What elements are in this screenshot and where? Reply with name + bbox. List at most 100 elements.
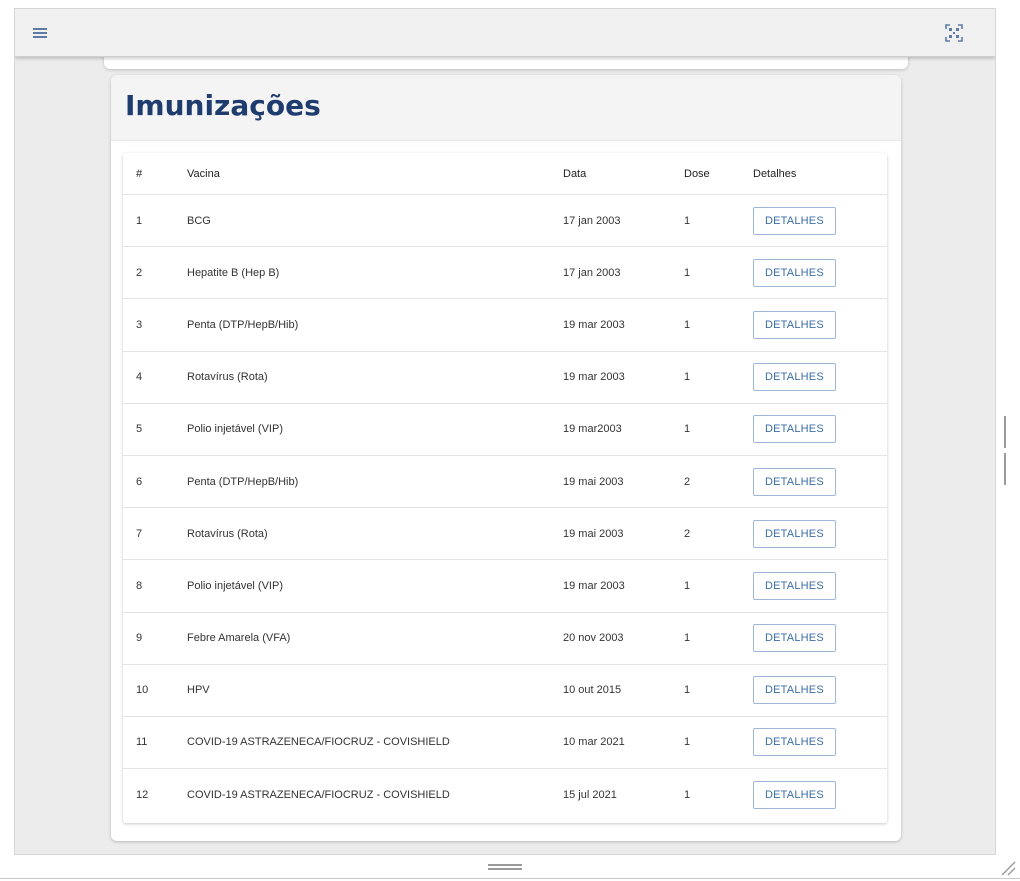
immunizations-table: # Vacina Data Dose Detalhes 1 BCG 17 jan 2… (123, 153, 887, 823)
cell-number: 6 (136, 475, 143, 488)
cell-details: DETALHES (753, 310, 836, 339)
cell-dose: 2 (684, 527, 691, 540)
cell-date: 19 mar 2003 (563, 579, 625, 592)
card-header: Imunizações (111, 75, 901, 141)
immunizations-card: Imunizações # Vacina Data Dose Detalhes … (111, 75, 901, 841)
cell-date: 17 jan 2003 (563, 214, 621, 227)
table-row: 2 Hepatite B (Hep B) 17 jan 2003 1 DETALHES (123, 247, 887, 300)
cell-number: 8 (136, 579, 143, 592)
cell-number: 1 (136, 214, 143, 227)
table-row: 6 Penta (DTP/HepB/Hib) 19 mai 2003 2 DETALHE… (123, 456, 887, 509)
cell-date: 19 mar2003 (563, 423, 622, 436)
column-header-details: Detalhes (753, 167, 797, 180)
table-row: 12 COVID-19 ASTRAZENECA/FIOCRUZ - COVISHI… (123, 769, 887, 821)
cell-vaccine: Hepatite B (Hep B) (187, 266, 280, 279)
details-button[interactable]: DETALHES (753, 310, 836, 339)
cell-date: 10 mar 2021 (563, 736, 625, 749)
cell-number: 11 (136, 736, 148, 749)
cell-date: 19 mai 2003 (563, 527, 624, 540)
table-row: 1 BCG 17 jan 2003 1 DETALHES (123, 195, 887, 248)
cell-number: 9 (136, 632, 143, 645)
details-button[interactable]: DETALHES (753, 781, 836, 810)
cell-dose: 1 (684, 632, 691, 645)
cell-dose: 1 (684, 684, 691, 697)
cell-details: DETALHES (753, 571, 836, 600)
cell-vaccine: COVID-19 ASTRAZENECA/FIOCRUZ - COVISHIEL… (187, 789, 450, 802)
cell-details: DETALHES (753, 467, 836, 496)
cell-vaccine: Polio injetável (VIP) (187, 579, 283, 592)
details-button[interactable]: DETALHES (753, 519, 836, 548)
cell-details: DETALHES (753, 624, 836, 653)
cell-vaccine: Penta (DTP/HepB/Hib) (187, 318, 299, 331)
cell-dose: 1 (684, 214, 691, 227)
cell-date: 19 mai 2003 (563, 475, 624, 488)
details-button[interactable]: DETALHES (753, 467, 836, 496)
details-button[interactable]: DETALHES (753, 624, 836, 653)
table-row: 9 Febre Amarela (VFA) 20 nov 2003 1 DETALHES (123, 613, 887, 665)
cell-vaccine: Polio injetável (VIP) (187, 423, 283, 436)
details-button[interactable]: DETALHES (753, 206, 836, 235)
cell-details: DETALHES (753, 676, 836, 705)
cell-date: 10 out 2015 (563, 684, 622, 697)
column-header-number: # (136, 167, 143, 180)
resize-corner-icon[interactable] (1000, 860, 1016, 876)
cell-number: 2 (136, 266, 143, 279)
details-button[interactable]: DETALHES (753, 676, 836, 705)
cell-date: 15 jul 2021 (563, 789, 617, 802)
details-button[interactable]: DETALHES (753, 363, 836, 392)
cell-number: 7 (136, 527, 143, 540)
table-row: 7 Rotavírus (Rota) 19 mai 2003 2 DETALHES (123, 508, 887, 561)
column-header-dose: Dose (684, 167, 710, 180)
bottom-divider (0, 878, 1020, 879)
cell-details: DETALHES (753, 206, 836, 235)
cell-vaccine: HPV (187, 684, 210, 697)
cell-dose: 1 (684, 318, 691, 331)
table-row: 10 HPV 10 out 2015 1 DETALHES (123, 665, 887, 717)
horizontal-resize-handle[interactable] (488, 864, 522, 871)
cell-date: 17 jan 2003 (563, 266, 621, 279)
cell-dose: 1 (684, 736, 691, 749)
cell-dose: 1 (684, 579, 691, 592)
cell-dose: 1 (684, 266, 691, 279)
cell-dose: 2 (684, 475, 691, 488)
cell-date: 19 mar 2003 (563, 371, 625, 384)
app-frame: Imunizações # Vacina Data Dose Detalhes … (14, 8, 996, 855)
cell-vaccine: BCG (187, 214, 211, 227)
cell-number: 4 (136, 371, 143, 384)
page-title: Imunizações (125, 89, 321, 122)
cell-vaccine: COVID-19 ASTRAZENECA/FIOCRUZ - COVISHIEL… (187, 736, 450, 749)
cell-date: 20 nov 2003 (563, 632, 624, 645)
cell-details: DETALHES (753, 728, 836, 757)
menu-icon[interactable] (33, 25, 49, 41)
details-button[interactable]: DETALHES (753, 258, 836, 287)
cell-dose: 1 (684, 789, 691, 802)
cell-vaccine: Rotavírus (Rota) (187, 527, 268, 540)
vertical-resize-handle[interactable] (1004, 416, 1011, 485)
table-row: 11 COVID-19 ASTRAZENECA/FIOCRUZ - COVISHI… (123, 717, 887, 770)
cell-date: 19 mar 2003 (563, 318, 625, 331)
details-button[interactable]: DETALHES (753, 571, 836, 600)
qr-scan-icon[interactable] (945, 24, 963, 42)
table-row: 4 Rotavírus (Rota) 19 mar 2003 1 DETALHES (123, 352, 887, 404)
cell-dose: 1 (684, 371, 691, 384)
table-row: 8 Polio injetável (VIP) 19 mar 2003 1 DETALH… (123, 560, 887, 613)
column-header-vaccine: Vacina (187, 167, 220, 180)
cell-details: DETALHES (753, 781, 836, 810)
cell-details: DETALHES (753, 519, 836, 548)
cell-number: 10 (136, 684, 149, 697)
table-row: 5 Polio injetável (VIP) 19 mar2003 1 DETALHE… (123, 404, 887, 456)
cell-vaccine: Rotavírus (Rota) (187, 371, 268, 384)
cell-number: 5 (136, 423, 143, 436)
cell-vaccine: Penta (DTP/HepB/Hib) (187, 475, 299, 488)
cell-dose: 1 (684, 423, 691, 436)
table-header-row: # Vacina Data Dose Detalhes (123, 153, 887, 195)
cell-details: DETALHES (753, 258, 836, 287)
details-button[interactable]: DETALHES (753, 415, 836, 444)
cell-details: DETALHES (753, 415, 836, 444)
cell-details: DETALHES (753, 363, 836, 392)
details-button[interactable]: DETALHES (753, 728, 836, 757)
table-row: 3 Penta (DTP/HepB/Hib) 19 mar 2003 1 DETALHE… (123, 299, 887, 352)
cell-vaccine: Febre Amarela (VFA) (187, 632, 291, 645)
cell-number: 12 (136, 789, 149, 802)
column-header-date: Data (563, 167, 587, 180)
